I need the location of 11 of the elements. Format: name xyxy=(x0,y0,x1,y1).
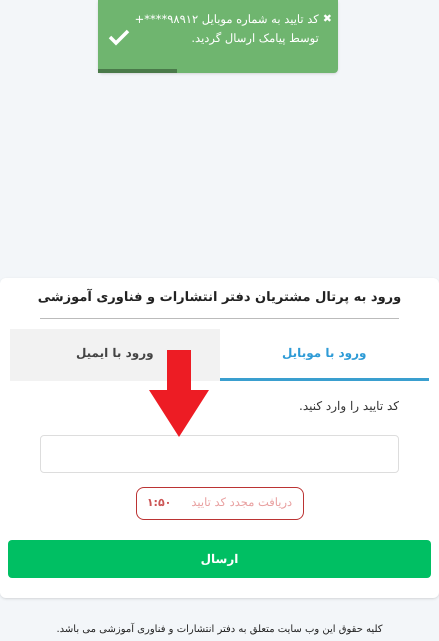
toast-message: کد تایید به شماره موبایل ۹۸۹۱۲****+ توسط پیامک ارسال گردید. xyxy=(134,11,319,47)
submit-button[interactable]: ارسال xyxy=(8,540,431,578)
code-input[interactable] xyxy=(40,434,399,472)
countdown-timer: ۱:۵۰ xyxy=(146,494,172,511)
tab[interactable]: ورود با ایمیل xyxy=(10,328,220,380)
field-label: کد تایید را وارد کنید. xyxy=(298,398,399,414)
card-title: ورود به پرتال مشتریان دفتر انتشارات و فناوری آموزشی xyxy=(38,288,402,307)
close-icon[interactable]: ✖ xyxy=(322,10,332,28)
check-icon xyxy=(108,28,130,46)
footer-text: کلیه حقوق این وب سایت متعلق به دفتر انتشارات و فناوری آموزشی می باشد. xyxy=(55,622,384,637)
tab[interactable]: ورود با موبایل xyxy=(220,328,429,380)
